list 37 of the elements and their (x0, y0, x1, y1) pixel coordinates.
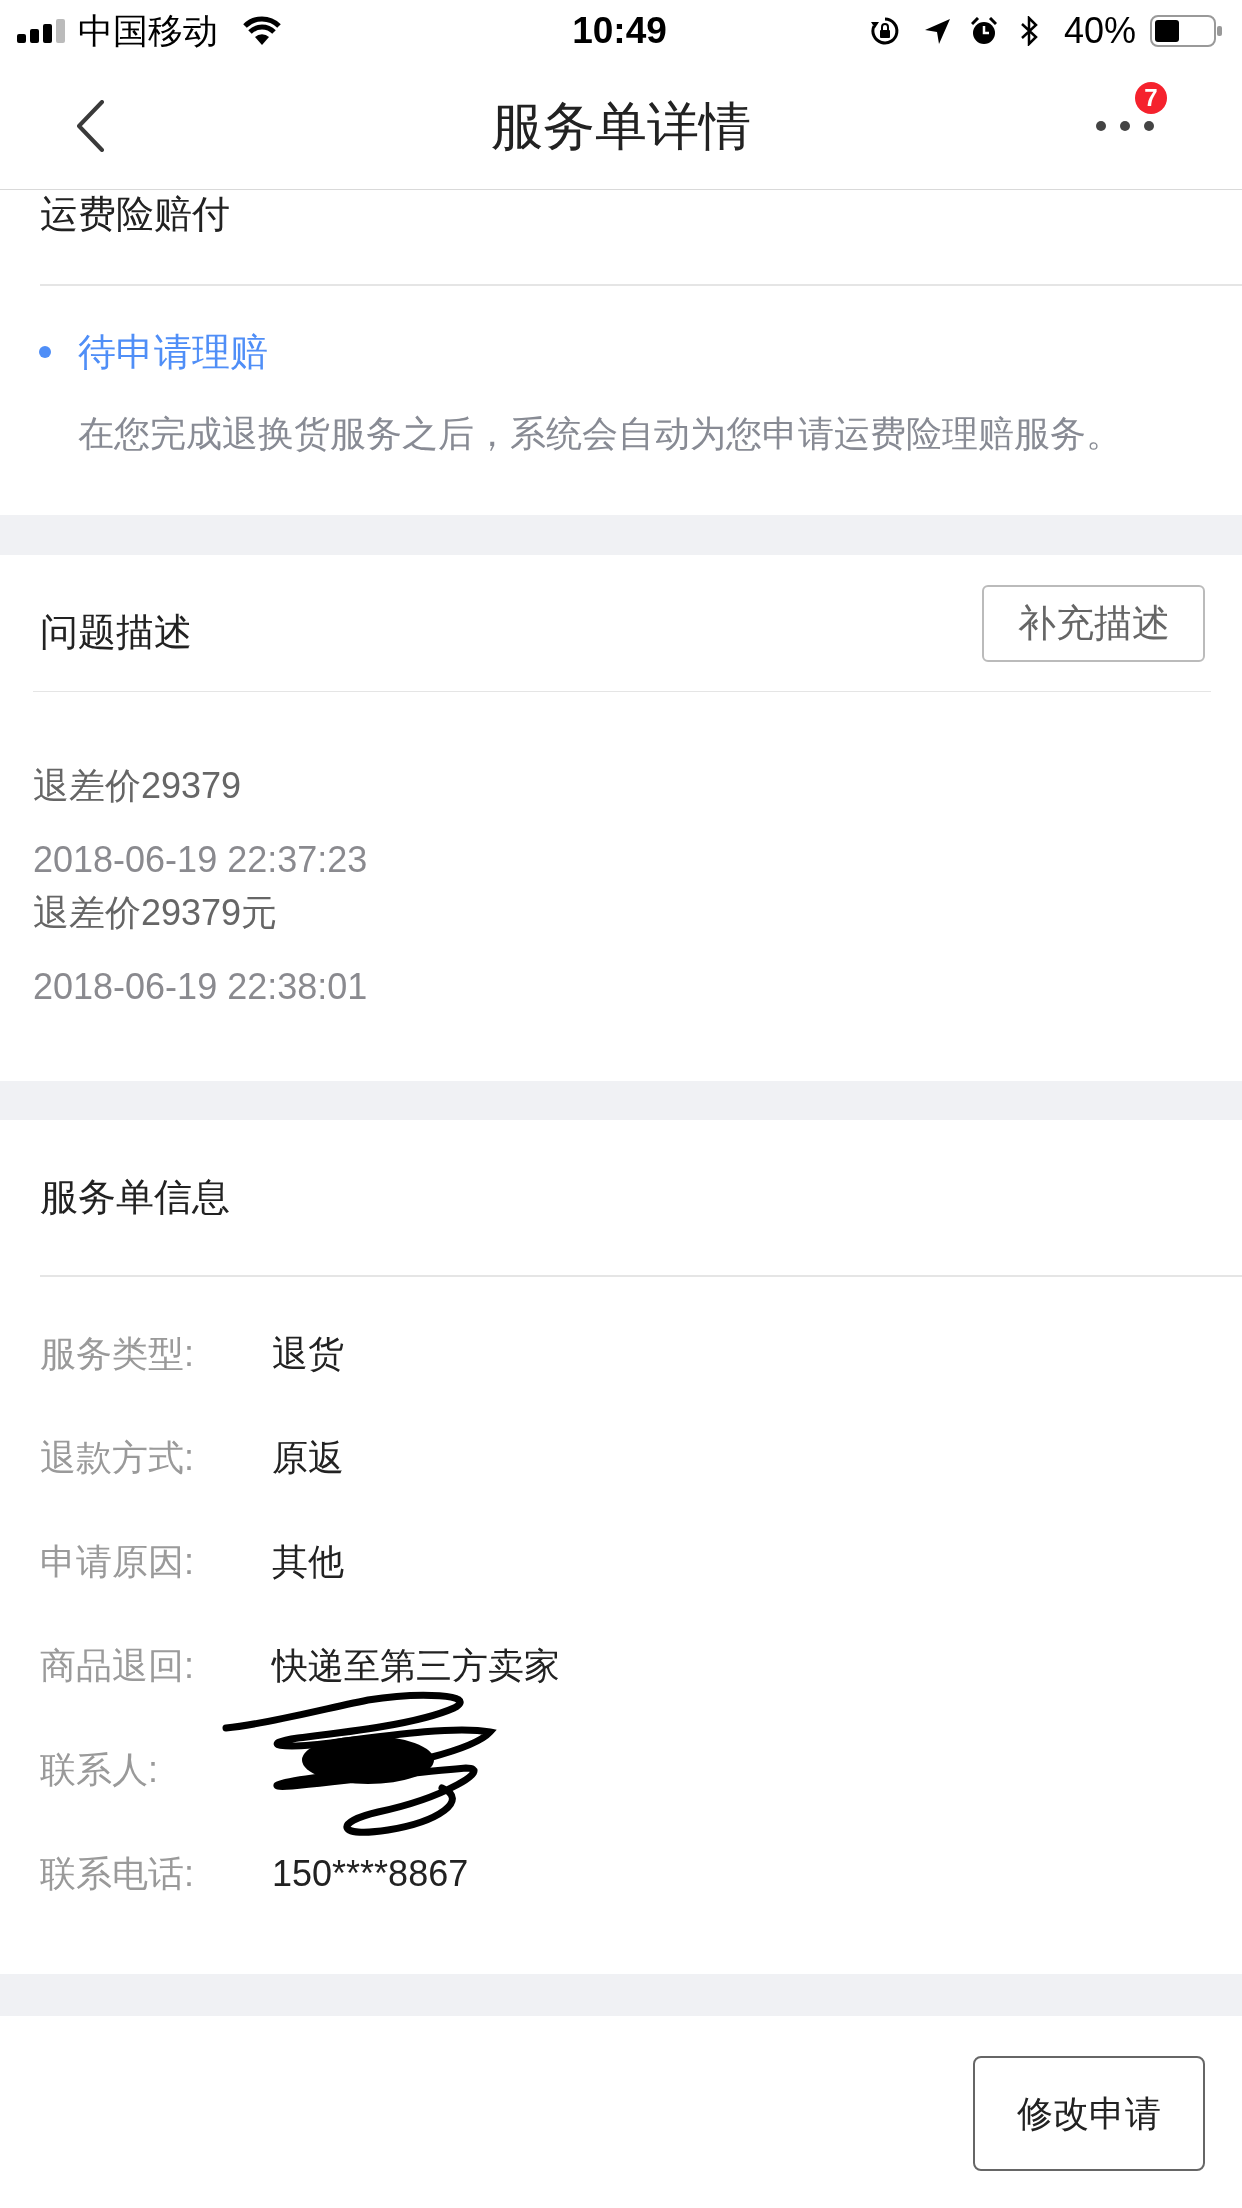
field-value: 其他 (272, 1540, 344, 1584)
timestamp: 2018-06-19 22:38:01 (33, 965, 368, 1009)
section-title: 运费险赔付 (40, 193, 230, 235)
carrier-name: 中国移动 (78, 11, 218, 51)
field-label: 申请原因: (40, 1540, 195, 1584)
field-label: 联系人: (40, 1748, 159, 1792)
field-label: 联系电话: (40, 1852, 195, 1896)
battery-percentage: 40% (1063, 11, 1136, 51)
battery-icon (1150, 15, 1222, 47)
more-icon[interactable] (1095, 119, 1155, 132)
clock-time: 10:49 (572, 10, 667, 52)
back-icon[interactable] (75, 99, 105, 152)
field-value: 快递至第三方卖家 (272, 1644, 560, 1688)
timestamp: 2018-06-19 22:37:23 (33, 838, 368, 882)
description-text: 退差价29379元 (33, 891, 278, 935)
add-description-button[interactable]: 补充描述 (982, 584, 1205, 662)
field-value: 退货 (272, 1332, 344, 1376)
field-value: 原返 (272, 1436, 344, 1480)
bluetooth-icon (1019, 16, 1038, 46)
page-title: 服务单详情 (491, 95, 751, 156)
field-label: 商品退回: (40, 1644, 195, 1688)
modify-request-button[interactable]: 修改申请 (973, 2056, 1205, 2171)
location-arrow-icon (924, 18, 950, 44)
wifi-icon (242, 16, 282, 46)
field-label: 退款方式: (40, 1436, 195, 1480)
claim-status: 待申请理赔 (78, 330, 268, 375)
field-label: 服务类型: (40, 1332, 195, 1376)
section-title: 服务单信息 (40, 1175, 230, 1220)
claim-description: 在您完成退换货服务之后，系统会自动为您申请运费险理赔服务。 (78, 413, 1122, 454)
bullet-dot-icon (39, 346, 51, 358)
section-title: 问题描述 (40, 610, 192, 655)
field-value: 150****8867 (272, 1852, 469, 1896)
signal-bars-icon (17, 19, 65, 43)
alarm-clock-icon (970, 17, 997, 45)
description-text: 退差价29379 (33, 764, 242, 808)
notification-badge: 7 (1135, 81, 1167, 114)
orientation-lock-icon (869, 16, 900, 46)
